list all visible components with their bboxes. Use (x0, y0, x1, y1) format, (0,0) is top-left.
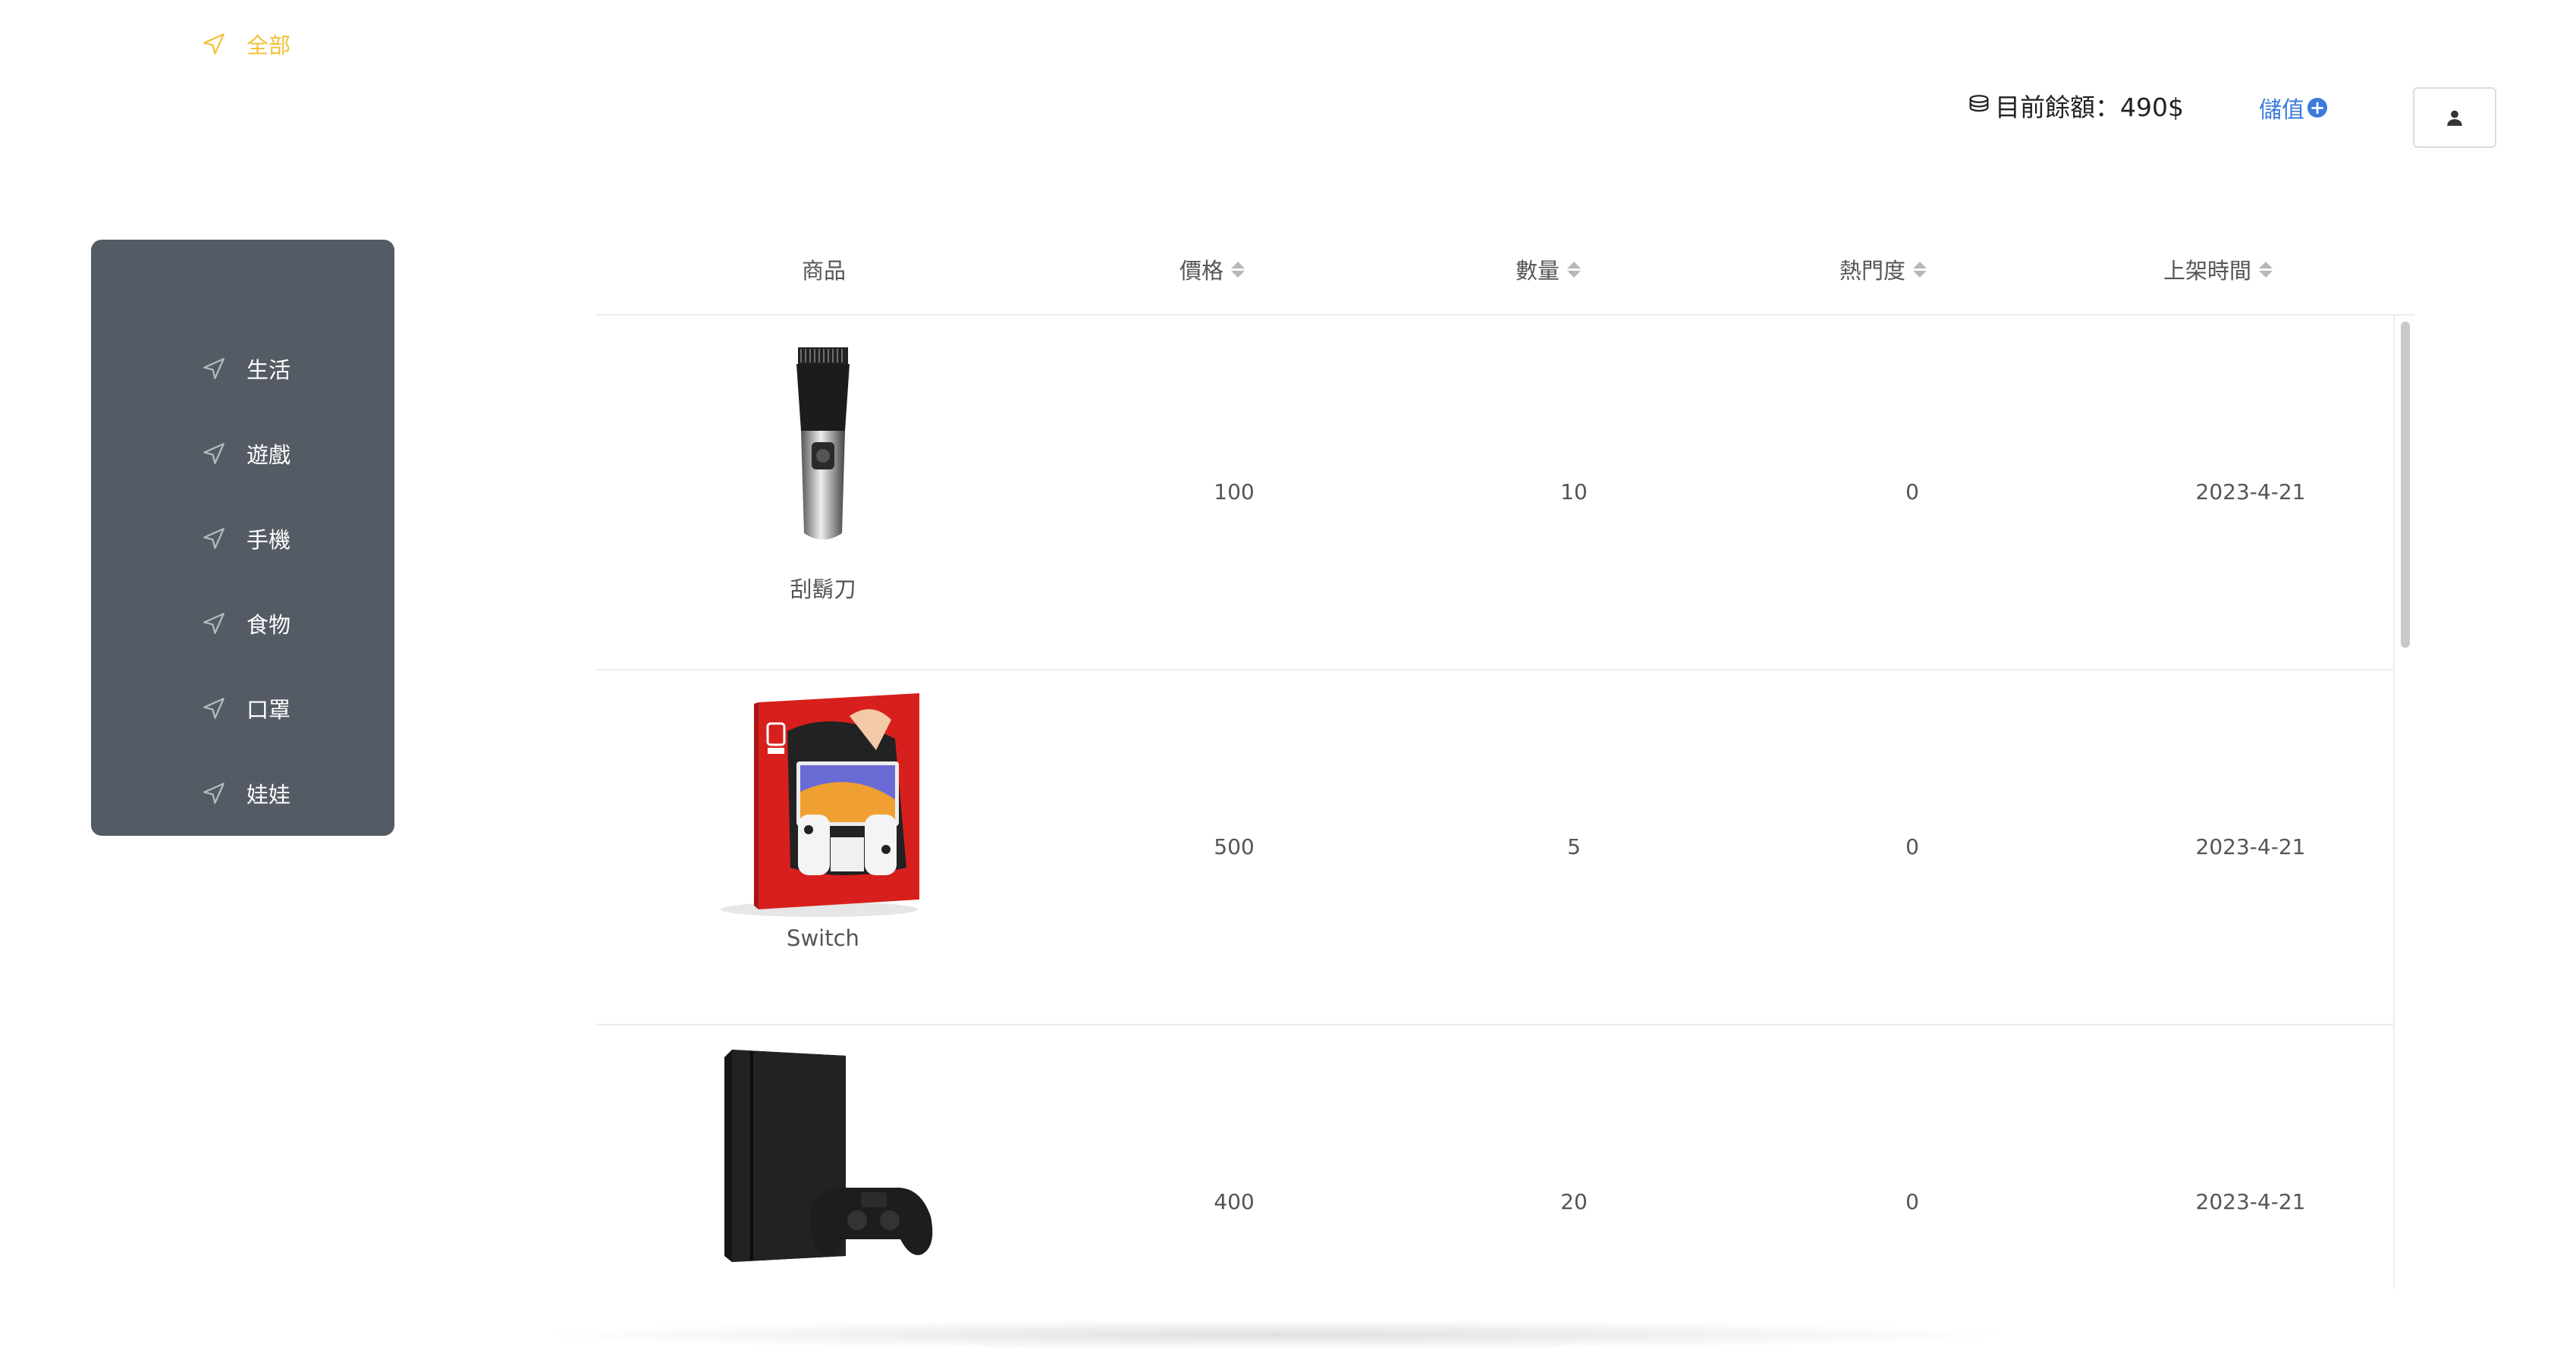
shaver-image (796, 347, 850, 540)
bottom-shadow (531, 1320, 2018, 1350)
sort-caret-icon[interactable] (1567, 261, 1582, 278)
sidebar-item-phones[interactable]: 手機 (91, 496, 394, 581)
column-label: 商品 (802, 258, 847, 284)
sidebar-item-label: 生活 (247, 357, 291, 383)
navigation-arrow-icon (203, 783, 225, 804)
product-quantity: 5 (1567, 834, 1581, 859)
ps4-image (724, 1050, 933, 1262)
product-quantity: 20 (1560, 1189, 1588, 1214)
sidebar-item-games[interactable]: 遊戲 (91, 411, 394, 496)
column-label: 價格 (1180, 258, 1224, 284)
table-row[interactable]: 刮鬍刀 100 10 0 2023-4-21 (595, 316, 2393, 670)
switch-box-image (721, 693, 919, 917)
product-table: 商品 價格 數量 熱門度 上架時間 刮鬍刀 100 10 0 2023-4-21… (595, 228, 2414, 1289)
navigation-arrow-icon (203, 33, 225, 55)
column-header-quantity[interactable]: 數量 (1516, 253, 1582, 285)
column-header-product: 商品 (802, 253, 846, 285)
navigation-arrow-icon (203, 613, 225, 634)
column-header-popularity[interactable]: 熱門度 (1839, 253, 1927, 285)
navigation-arrow-icon (203, 528, 225, 549)
sidebar-item-label: 遊戲 (247, 442, 291, 468)
sidebar-item-label: 手機 (247, 527, 291, 553)
plus-circle-icon: + (2307, 98, 2327, 118)
balance-display: 目前餘額：490$ (1966, 87, 2184, 124)
product-date: 2023-4-21 (2195, 834, 2306, 859)
product-popularity: 0 (1905, 834, 1919, 859)
sidebar-item-masks[interactable]: 口罩 (91, 666, 394, 751)
product-price: 400 (1214, 1189, 1255, 1214)
sort-caret-icon[interactable] (1913, 261, 1927, 278)
topup-button[interactable]: 儲值 + (2259, 91, 2327, 124)
column-label: 數量 (1516, 258, 1560, 284)
sidebar-item-label: 口罩 (247, 697, 291, 723)
product-quantity: 10 (1560, 479, 1588, 504)
product-name: Switch (787, 925, 859, 951)
product-price: 100 (1214, 479, 1255, 504)
product-date: 2023-4-21 (2195, 1189, 2306, 1214)
table-row[interactable]: 400 20 0 2023-4-21 (595, 1025, 2393, 1289)
navigation-arrow-icon (203, 698, 225, 719)
sidebar-item-all[interactable]: 全部 (91, 2, 394, 86)
sidebar-item-label: 娃娃 (247, 782, 291, 808)
sidebar-item-dolls[interactable]: 娃娃 (91, 751, 394, 836)
column-label: 熱門度 (1839, 258, 1906, 284)
user-icon (2447, 110, 2462, 126)
sidebar-item-label: 全部 (247, 33, 291, 58)
balance-text: 目前餘額：490$ (1995, 93, 2184, 122)
navigation-arrow-icon (203, 443, 225, 464)
column-label: 上架時間 (2163, 258, 2252, 284)
navigation-arrow-icon (203, 358, 225, 379)
table-header: 商品 價格 數量 熱門度 上架時間 (595, 228, 2414, 316)
sort-caret-icon[interactable] (2259, 261, 2273, 278)
table-body: 刮鬍刀 100 10 0 2023-4-21 Switch 500 5 0 20… (595, 316, 2393, 1289)
scrollbar-thumb[interactable] (2401, 322, 2410, 648)
column-header-date[interactable]: 上架時間 (2163, 253, 2273, 285)
sidebar-item-label: 食物 (247, 612, 291, 638)
user-menu-button[interactable] (2413, 87, 2496, 148)
product-popularity: 0 (1905, 479, 1919, 504)
coins-icon (1969, 95, 1989, 112)
column-header-price[interactable]: 價格 (1180, 253, 1246, 285)
product-date: 2023-4-21 (2195, 479, 2306, 504)
sidebar-item-life[interactable]: 生活 (91, 326, 394, 411)
topup-label: 儲值 (2259, 97, 2304, 124)
sort-caret-icon[interactable] (1231, 261, 1246, 278)
sidebar-item-food[interactable]: 食物 (91, 581, 394, 666)
product-price: 500 (1214, 834, 1255, 859)
table-scrollbar[interactable] (2393, 316, 2416, 1289)
table-row[interactable]: Switch 500 5 0 2023-4-21 (595, 670, 2393, 1025)
category-sidebar: 全部 生活 遊戲 手機 食物 口罩 娃娃 (91, 33, 394, 836)
product-name: 刮鬍刀 (790, 576, 856, 602)
product-popularity: 0 (1905, 1189, 1919, 1214)
